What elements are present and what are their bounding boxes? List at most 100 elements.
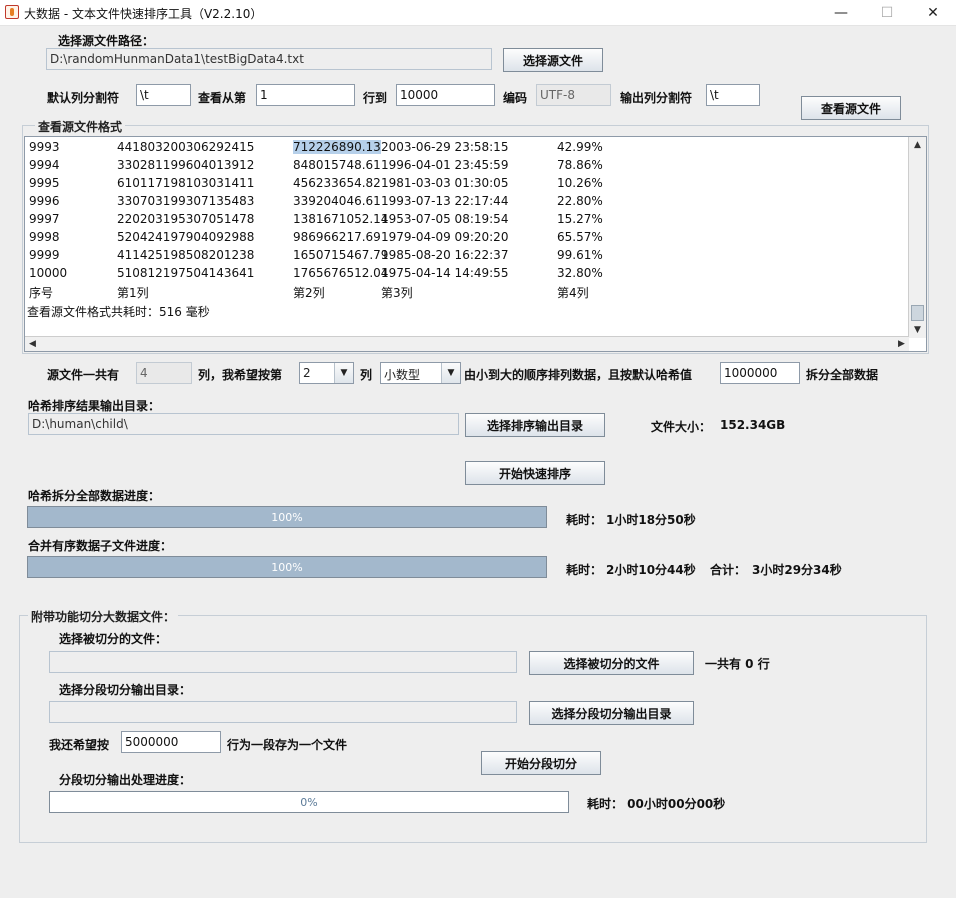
choose-output-dir-button[interactable]: 选择排序输出目录 <box>465 413 605 437</box>
data-type-value: 小数型 <box>384 368 421 382</box>
vertical-scrollbar[interactable]: ▲ ▼ <box>908 137 926 338</box>
table-row: 9997 220203195307051478 1381671052.14 1953-… <box>27 211 887 229</box>
sort-column-value: 2 <box>303 366 311 380</box>
choose-segment-output-button[interactable]: 选择分段切分输出目录 <box>529 701 694 725</box>
table-cell: 330703199307135483 <box>117 194 255 208</box>
scroll-thumb[interactable] <box>911 305 924 321</box>
table-cell: 520424197904092988 <box>117 230 255 244</box>
table-cell: 9993 <box>29 140 60 154</box>
table-row: 10000 510812197504143641 1765676512.04 1975… <box>27 265 887 283</box>
total-cols-field: 4 <box>136 362 192 384</box>
to-row-input[interactable]: 10000 <box>396 84 495 106</box>
segment-file-field[interactable] <box>49 651 517 673</box>
table-cell: 848015748.61 <box>293 158 381 172</box>
source-path-label: 选择源文件路径： <box>58 34 155 48</box>
table-cell: 9998 <box>29 230 60 244</box>
scroll-left-icon[interactable]: ◀ <box>25 337 40 351</box>
table-row: 9993 441803200306292415 712226890.13 2003-0… <box>27 139 887 157</box>
close-icon[interactable]: ✕ <box>910 0 956 26</box>
table-cell: 1981-03-03 01:30:05 <box>381 176 509 190</box>
to-row-label: 行到 <box>363 91 388 105</box>
view-from-input[interactable]: 1 <box>256 84 355 106</box>
table-cell: 22.80% <box>557 194 603 208</box>
split-time-value: 1小时18分50秒 <box>606 513 696 527</box>
table-cell: 1953-07-05 08:19:54 <box>381 212 509 226</box>
start-sort-button[interactable]: 开始快速排序 <box>465 461 605 485</box>
encoding-label: 编码 <box>503 91 528 105</box>
segment-progress-bar: 0% <box>49 791 569 813</box>
table-row: 9994 330281199604013912 848015748.61 1996-0… <box>27 157 887 175</box>
table-cell: 78.86% <box>557 158 603 172</box>
segment-progress-label: 分段切分输出处理进度： <box>59 773 192 787</box>
chevron-down-icon[interactable]: ▼ <box>441 363 460 383</box>
encoding-field: UTF-8 <box>536 84 611 106</box>
table-row: 9995 610117198103031411 456233654.82 1981-0… <box>27 175 887 193</box>
table-cell: 986966217.69 <box>293 230 381 244</box>
minimize-icon[interactable]: — <box>818 0 864 26</box>
table-cell: 220203195307051478 <box>117 212 255 226</box>
output-separator-input[interactable]: \t <box>706 84 760 106</box>
data-type-select[interactable]: 小数型 ▼ <box>380 362 461 384</box>
output-separator-label: 输出列分割符 <box>620 91 693 105</box>
sort-column-select[interactable]: 2 ▼ <box>299 362 354 384</box>
scroll-down-icon[interactable]: ▼ <box>909 322 926 337</box>
hash-split-progress-label: 哈希拆分全部数据进度： <box>28 489 161 503</box>
hash-value-input[interactable]: 1000000 <box>720 362 800 384</box>
preview-text-area[interactable]: 9993 441803200306292415 712226890.13 2003-0… <box>24 136 927 352</box>
total-cols-label: 源文件一共有 <box>47 368 120 382</box>
table-cell: 9995 <box>29 176 60 190</box>
table-cell: 1650715467.79 <box>293 248 389 262</box>
view-source-button[interactable]: 查看源文件 <box>801 96 901 120</box>
segment-file-label: 选择被切分的文件： <box>59 632 168 646</box>
scroll-up-icon[interactable]: ▲ <box>909 137 926 152</box>
table-cell: 9996 <box>29 194 60 208</box>
table-cell: 1381671052.14 <box>293 212 389 226</box>
table-row: 9996 330703199307135483 339204046.61 1993-0… <box>27 193 887 211</box>
table-cell: 第1列 <box>117 286 149 300</box>
title-bar: 大数据 - 文本文件快速排序工具（V2.2.10） — ☐ ✕ <box>0 0 956 26</box>
table-cell: 42.99% <box>557 140 603 154</box>
output-dir-field[interactable]: D:\human\child\ <box>28 413 459 435</box>
output-dir-label: 哈希排序结果输出目录： <box>28 399 161 413</box>
split-time-label: 耗时： <box>566 513 603 527</box>
table-cell: 441803200306292415 <box>117 140 255 154</box>
table-cell: 99.61% <box>557 248 603 262</box>
sort-col-label: 列，我希望按第 <box>198 368 283 382</box>
app-icon <box>5 5 19 19</box>
segment-time-text: 耗时： 00小时00分00秒 <box>587 797 726 811</box>
maximize-icon[interactable]: ☐ <box>864 0 910 26</box>
table-cell: 510812197504143641 <box>117 266 255 280</box>
total-time-value: 3小时29分34秒 <box>752 563 842 577</box>
table-cell: 330281199604013912 <box>117 158 255 172</box>
table-cell: 10.26% <box>557 176 603 190</box>
file-size-label: 文件大小： <box>651 420 712 434</box>
default-separator-input[interactable]: \t <box>136 84 191 106</box>
horizontal-scrollbar[interactable]: ◀ ▶ <box>25 336 909 351</box>
default-separator-label: 默认列分割符 <box>47 91 120 105</box>
table-cell: 1985-08-20 16:22:37 <box>381 248 509 262</box>
segment-progress-text: 0% <box>300 795 318 809</box>
total-time-label: 合计： <box>710 563 747 577</box>
start-segment-button[interactable]: 开始分段切分 <box>481 751 601 775</box>
split-all-label: 拆分全部数据 <box>806 368 879 382</box>
sort-order-label: 由小到大的顺序排列数据，且按默认哈希值 <box>464 368 693 382</box>
chevron-down-icon[interactable]: ▼ <box>334 363 353 383</box>
scroll-right-icon[interactable]: ▶ <box>894 337 909 351</box>
table-cell: 610117198103031411 <box>117 176 255 190</box>
preview-group-title: 查看源文件格式 <box>35 118 126 135</box>
table-row: 序号 第1列 第2列 第3列 第4列 <box>27 283 887 301</box>
choose-segment-file-button[interactable]: 选择被切分的文件 <box>529 651 694 675</box>
hash-split-progress-text: 100% <box>271 510 303 524</box>
table-cell: 2003-06-29 23:58:15 <box>381 140 509 154</box>
source-path-field[interactable]: D:\randomHunmanData1\testBigData4.txt <box>46 48 492 70</box>
lines-per-segment-input[interactable]: 5000000 <box>121 731 221 753</box>
table-cell: 10000 <box>29 266 68 280</box>
table-cell: 第3列 <box>381 286 413 300</box>
table-cell: 65.57% <box>557 230 603 244</box>
sort-col-label2: 列 <box>360 368 373 382</box>
choose-source-button[interactable]: 选择源文件 <box>503 48 603 72</box>
table-cell: 9999 <box>29 248 60 262</box>
segment-output-field[interactable] <box>49 701 517 723</box>
file-size-value: 152.34GB <box>720 418 786 432</box>
table-cell: 1765676512.04 <box>293 266 389 280</box>
